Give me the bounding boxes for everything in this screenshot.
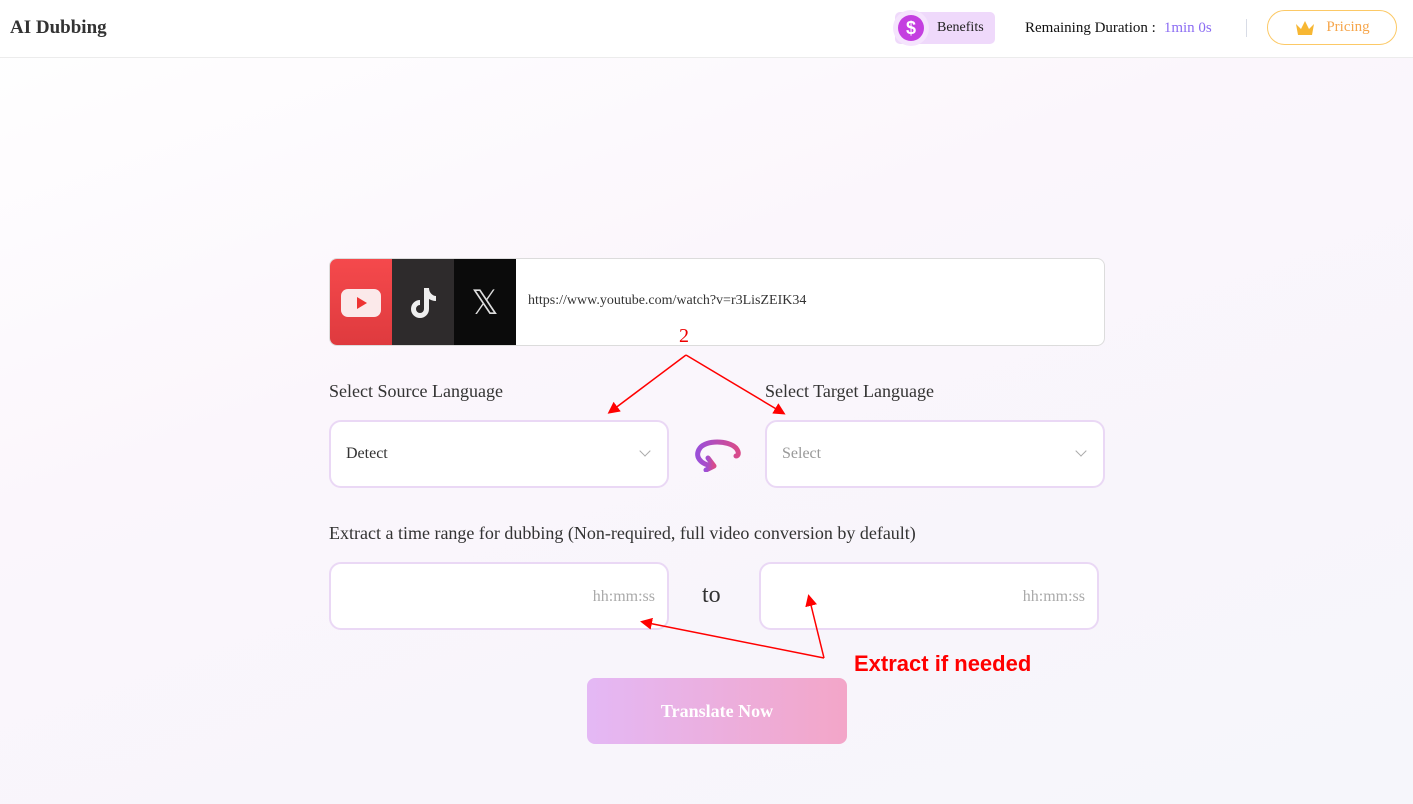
remaining-label: Remaining Duration :	[1025, 20, 1156, 36]
app-title: AI Dubbing	[10, 17, 107, 38]
source-language-label: Select Source Language	[329, 381, 503, 401]
youtube-icon[interactable]	[330, 259, 392, 345]
swap-languages-icon[interactable]	[692, 436, 742, 472]
x-icon[interactable]: 𝕏	[454, 259, 516, 345]
start-time-placeholder: hh:mm:ss	[592, 588, 655, 605]
chevron-down-icon	[1075, 445, 1087, 457]
annotation-number: 2	[679, 325, 689, 347]
tiktok-icon[interactable]	[392, 259, 454, 345]
end-time-input[interactable]: hh:mm:ss	[759, 562, 1099, 630]
translate-now-button[interactable]: Translate Now	[587, 678, 847, 744]
pricing-label: Pricing	[1326, 19, 1370, 35]
dollar-coin-icon: $	[893, 10, 929, 46]
to-label: to	[702, 582, 721, 608]
source-language-value: Detect	[346, 445, 388, 462]
remaining-value: 1min 0s	[1163, 20, 1212, 36]
target-language-placeholder: Select	[782, 445, 822, 462]
remaining-duration: Remaining Duration : 1min 0s	[1025, 20, 1212, 37]
target-language-label: Select Target Language	[765, 381, 935, 401]
target-language-select[interactable]: Select	[765, 420, 1105, 488]
benefits-button[interactable]: $ Benefits	[893, 10, 995, 46]
pricing-button[interactable]: Pricing	[1267, 10, 1397, 45]
start-time-input[interactable]: hh:mm:ss	[329, 562, 669, 630]
source-language-select[interactable]: Detect	[329, 420, 669, 488]
divider	[1246, 19, 1247, 37]
crown-icon	[1296, 20, 1315, 35]
url-input[interactable]: 𝕏 https://www.youtube.com/watch?v=r3LisZ…	[329, 258, 1105, 346]
annotation-note: Extract if needed	[854, 651, 1032, 676]
top-bar: AI Dubbing $ Benefits Remaining Duration…	[0, 0, 1413, 58]
end-time-placeholder: hh:mm:ss	[1022, 588, 1085, 605]
url-value[interactable]: https://www.youtube.com/watch?v=r3LisZEI…	[528, 293, 806, 309]
time-range-label: Extract a time range for dubbing (Non-re…	[329, 523, 916, 543]
benefits-label: Benefits	[937, 20, 984, 35]
chevron-down-icon	[639, 445, 651, 457]
